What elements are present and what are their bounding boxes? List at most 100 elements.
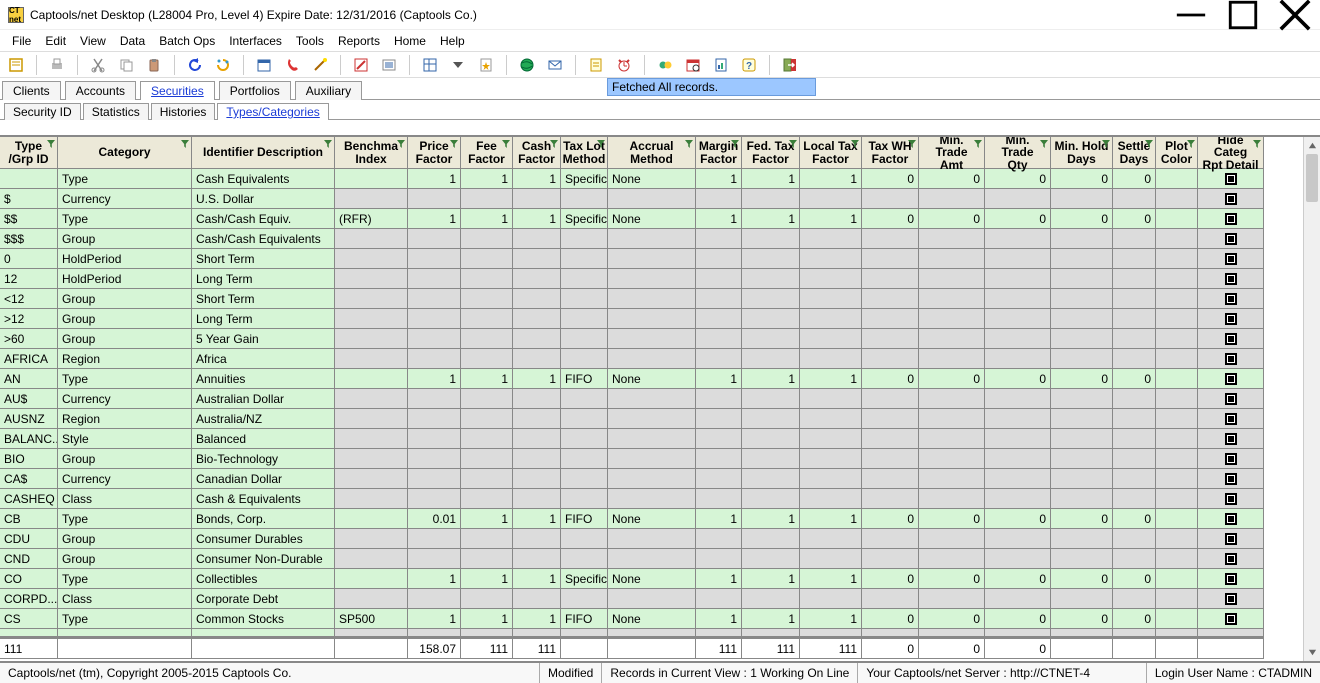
- cell-category[interactable]: Type: [58, 509, 192, 529]
- sync-icon[interactable]: [655, 55, 675, 75]
- cell-category[interactable]: Type: [58, 209, 192, 229]
- cell-fee[interactable]: [461, 489, 513, 509]
- cell-loctax[interactable]: 1: [800, 369, 862, 389]
- cell-settle[interactable]: [1113, 289, 1156, 309]
- cell-mintqty[interactable]: [985, 249, 1051, 269]
- cell-accrual[interactable]: [608, 489, 696, 509]
- cell-hidecat[interactable]: [1198, 469, 1264, 489]
- cell-hidecat[interactable]: [1198, 529, 1264, 549]
- cell-hidecat[interactable]: [1198, 269, 1264, 289]
- col-header-cash[interactable]: Cash Factor: [513, 137, 561, 169]
- cell-mintqty[interactable]: [985, 529, 1051, 549]
- cell-price[interactable]: [408, 309, 461, 329]
- cell-fee[interactable]: [461, 409, 513, 429]
- cell-taxlot[interactable]: [561, 269, 608, 289]
- cell-taxlot[interactable]: [561, 529, 608, 549]
- cell-minhold[interactable]: [1051, 429, 1113, 449]
- cell-minhold[interactable]: [1051, 269, 1113, 289]
- tab-accounts[interactable]: Accounts: [65, 81, 136, 100]
- cell-fedtax[interactable]: [742, 249, 800, 269]
- cell-ident[interactable]: Australian Dollar: [192, 389, 335, 409]
- cell-plot[interactable]: [1156, 509, 1198, 529]
- cell-fee[interactable]: [461, 249, 513, 269]
- checkbox-icon[interactable]: [1225, 573, 1237, 585]
- cell-minhold[interactable]: [1051, 329, 1113, 349]
- cell-ident[interactable]: Consumer Non-Durable: [192, 549, 335, 569]
- cell-loctax[interactable]: [800, 349, 862, 369]
- cell-loctax[interactable]: [800, 269, 862, 289]
- cell-accrual[interactable]: None: [608, 509, 696, 529]
- cell-hidecat[interactable]: [1198, 429, 1264, 449]
- cell-hidecat[interactable]: [1198, 389, 1264, 409]
- filter-icon[interactable]: [397, 138, 405, 146]
- cell-bench[interactable]: (RFR): [335, 209, 408, 229]
- cell-bench[interactable]: [335, 309, 408, 329]
- cell-category[interactable]: Type: [58, 609, 192, 629]
- menu-data[interactable]: Data: [114, 32, 151, 50]
- cell-taxlot[interactable]: FIFO: [561, 369, 608, 389]
- checkbox-icon[interactable]: [1225, 333, 1237, 345]
- cell-taxlot[interactable]: [561, 189, 608, 209]
- cell-ident[interactable]: Cash Equivalents: [192, 169, 335, 189]
- menu-reports[interactable]: Reports: [332, 32, 386, 50]
- cell-mintamt[interactable]: [919, 269, 985, 289]
- cell-minhold[interactable]: [1051, 229, 1113, 249]
- filter-icon[interactable]: [731, 138, 739, 146]
- cell-bench[interactable]: [335, 409, 408, 429]
- cell-mintqty[interactable]: [985, 329, 1051, 349]
- cell-fedtax[interactable]: [742, 349, 800, 369]
- cell-hidecat[interactable]: [1198, 349, 1264, 369]
- cell-settle[interactable]: [1113, 249, 1156, 269]
- cell-price[interactable]: [408, 429, 461, 449]
- cell-margin[interactable]: [696, 429, 742, 449]
- cell-hidecat[interactable]: [1198, 189, 1264, 209]
- cell-fedtax[interactable]: [742, 309, 800, 329]
- cell-loctax[interactable]: [800, 449, 862, 469]
- cell-accrual[interactable]: None: [608, 209, 696, 229]
- cell-plot[interactable]: [1156, 229, 1198, 249]
- cell-mintqty[interactable]: [985, 429, 1051, 449]
- cell-mintamt[interactable]: 0: [919, 569, 985, 589]
- cell-fedtax[interactable]: [742, 189, 800, 209]
- cell-taxwh[interactable]: 0: [862, 209, 919, 229]
- cell-fee[interactable]: [461, 229, 513, 249]
- cell-hidecat[interactable]: [1198, 609, 1264, 629]
- cell-taxwh[interactable]: [862, 389, 919, 409]
- cell-taxlot[interactable]: FIFO: [561, 509, 608, 529]
- cell-margin[interactable]: 1: [696, 369, 742, 389]
- cell-hidecat[interactable]: [1198, 509, 1264, 529]
- tab-securities[interactable]: Securities: [140, 81, 215, 100]
- cell-mintamt[interactable]: 0: [919, 169, 985, 189]
- col-header-price[interactable]: Price Factor: [408, 137, 461, 169]
- checkbox-icon[interactable]: [1225, 493, 1237, 505]
- cell-minhold[interactable]: [1051, 589, 1113, 609]
- cell-minhold[interactable]: [1051, 249, 1113, 269]
- cell-margin[interactable]: [696, 489, 742, 509]
- cell-type_grp[interactable]: >12: [0, 309, 58, 329]
- cell-mintqty[interactable]: [985, 269, 1051, 289]
- filter-icon[interactable]: [789, 138, 797, 146]
- col-header-type_grp[interactable]: Type /Grp ID: [0, 137, 58, 169]
- cell-type_grp[interactable]: >60: [0, 329, 58, 349]
- cell-mintamt[interactable]: [919, 249, 985, 269]
- cell-cash[interactable]: [513, 249, 561, 269]
- cell-taxlot[interactable]: [561, 229, 608, 249]
- cell-plot[interactable]: [1156, 409, 1198, 429]
- cell-settle[interactable]: 0: [1113, 569, 1156, 589]
- cell-hidecat[interactable]: [1198, 589, 1264, 609]
- cell-settle[interactable]: [1113, 389, 1156, 409]
- cell-bench[interactable]: [335, 489, 408, 509]
- cell-category[interactable]: Currency: [58, 189, 192, 209]
- cell-category[interactable]: Type: [58, 369, 192, 389]
- cell-fee[interactable]: 1: [461, 169, 513, 189]
- cell-bench[interactable]: [335, 189, 408, 209]
- cell-bench[interactable]: [335, 249, 408, 269]
- cell-price[interactable]: [408, 489, 461, 509]
- cell-bench[interactable]: [335, 389, 408, 409]
- checkbox-icon[interactable]: [1225, 273, 1237, 285]
- menu-help[interactable]: Help: [434, 32, 471, 50]
- cell-price[interactable]: 0.01: [408, 509, 461, 529]
- cell-cash[interactable]: [513, 589, 561, 609]
- cell-settle[interactable]: [1113, 189, 1156, 209]
- grid-icon[interactable]: [420, 55, 440, 75]
